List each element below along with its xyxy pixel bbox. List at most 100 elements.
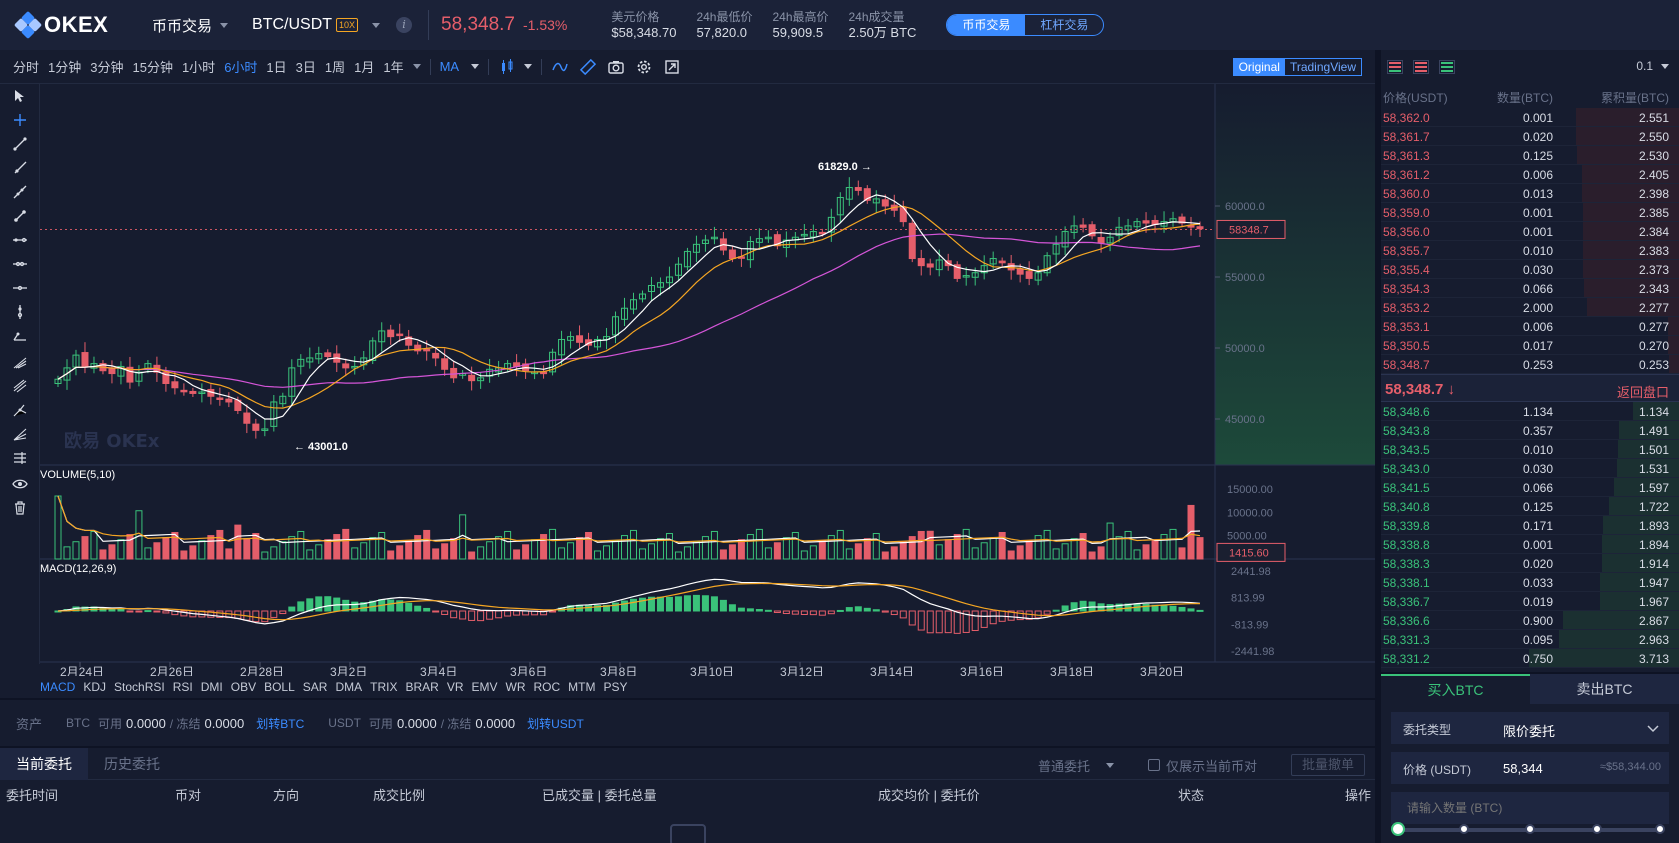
ask-row[interactable]: 58,359.0 0.001 2.385 <box>1381 203 1679 222</box>
indicator-wr[interactable]: WR <box>506 680 526 694</box>
bid-row[interactable]: 58,331.3 0.095 2.963 <box>1381 630 1679 649</box>
bid-row[interactable]: 58,338.8 0.001 1.894 <box>1381 535 1679 554</box>
info-icon[interactable]: i <box>396 17 413 33</box>
okex-logo[interactable]: OKEX <box>13 10 136 40</box>
fib-fan-icon[interactable] <box>0 422 40 446</box>
indicator-boll[interactable]: BOLL <box>264 680 295 694</box>
indicator-select[interactable]: MA <box>440 59 460 74</box>
indicator-stochrsi[interactable]: StochRSI <box>114 680 165 694</box>
order-type-field[interactable]: 委托类型 限价委托 <box>1391 712 1669 744</box>
market-menu-dropdown[interactable]: 币币交易 <box>152 15 229 36</box>
tab-margin-trading[interactable]: 杠杆交易 <box>1025 15 1103 35</box>
gann-icon[interactable] <box>0 446 40 470</box>
amount-input[interactable] <box>1391 792 1669 824</box>
ray-icon[interactable] <box>0 156 40 180</box>
tab-sell-btc[interactable]: 卖出BTC <box>1530 674 1679 704</box>
slider-knob-50[interactable] <box>1525 824 1535 834</box>
tab-tradingview[interactable]: TradingView <box>1285 59 1361 75</box>
vertical-line-icon[interactable] <box>0 300 40 324</box>
orderbook-asks-icon[interactable] <box>1413 60 1429 74</box>
indicator-macd[interactable]: MACD <box>40 680 75 694</box>
ask-row[interactable]: 58,353.1 0.006 0.277 <box>1381 317 1679 336</box>
bid-row[interactable]: 58,336.6 0.900 2.867 <box>1381 611 1679 630</box>
chevron-down-icon[interactable] <box>524 64 533 69</box>
timeframe-option-active[interactable]: 6小时 <box>224 57 257 76</box>
bid-row[interactable]: 58,341.5 0.066 1.597 <box>1381 478 1679 497</box>
price-range-icon[interactable] <box>0 276 40 300</box>
bid-row[interactable]: 58,343.8 0.357 1.491 <box>1381 421 1679 440</box>
horizontal-ray-icon[interactable] <box>0 252 40 276</box>
indicator-dma[interactable]: DMA <box>335 680 362 694</box>
indicator-dmi[interactable]: DMI <box>201 680 223 694</box>
trend-line-icon[interactable] <box>0 132 40 156</box>
bid-row[interactable]: 58,338.1 0.033 1.947 <box>1381 573 1679 592</box>
tab-order-history[interactable]: 历史委托 <box>88 748 176 780</box>
indicator-emv[interactable]: EMV <box>471 680 497 694</box>
fullscreen-icon[interactable] <box>663 58 681 76</box>
bid-row[interactable]: 58,340.8 0.125 1.722 <box>1381 497 1679 516</box>
visibility-icon[interactable] <box>0 472 40 496</box>
timeframe-option[interactable]: 1分钟 <box>48 57 81 76</box>
cursor-icon[interactable] <box>0 84 40 108</box>
slider-knob-25[interactable] <box>1459 824 1469 834</box>
timeframe-option[interactable]: 1年 <box>383 57 403 76</box>
bid-row[interactable]: 58,336.7 0.019 1.967 <box>1381 592 1679 611</box>
slider-knob-0[interactable] <box>1391 822 1405 836</box>
timeframe-option[interactable]: 15分钟 <box>132 57 172 76</box>
price-field[interactable]: 价格 (USDT) 58,344 ≈$58,344.00 <box>1391 752 1669 784</box>
ask-row[interactable]: 58,355.7 0.010 2.383 <box>1381 241 1679 260</box>
candle-type-icon[interactable] <box>498 58 516 76</box>
indicator-trix[interactable]: TRIX <box>370 680 397 694</box>
chevron-down-icon[interactable] <box>1105 762 1114 768</box>
camera-icon[interactable] <box>607 58 625 76</box>
tab-current-orders[interactable]: 当前委托 <box>0 747 88 780</box>
chevron-down-icon[interactable] <box>412 64 421 69</box>
fib-retracement-icon[interactable] <box>0 374 40 398</box>
indicator-roc[interactable]: ROC <box>534 680 561 694</box>
timeframe-option[interactable]: 1日 <box>266 57 286 76</box>
ask-row[interactable]: 58,350.5 0.017 0.270 <box>1381 336 1679 355</box>
bid-row[interactable]: 58,343.0 0.030 1.531 <box>1381 459 1679 478</box>
timeframe-option[interactable]: 1周 <box>325 57 345 76</box>
parallel-channel-icon[interactable] <box>0 204 40 228</box>
ask-row[interactable]: 58,361.7 0.020 2.550 <box>1381 127 1679 146</box>
indicator-sar[interactable]: SAR <box>303 680 328 694</box>
transfer-btc-link[interactable]: 划转BTC <box>256 715 304 732</box>
orderbook-both-icon[interactable] <box>1387 60 1403 74</box>
indicator-psy[interactable]: PSY <box>604 680 628 694</box>
ask-row[interactable]: 58,362.0 0.001 2.551 <box>1381 108 1679 127</box>
kline-chart[interactable]: 60000.0 55000.0 50000.0 45000.0 欧易 OKEx 61829… <box>40 84 1375 676</box>
ask-row[interactable]: 58,355.4 0.030 2.373 <box>1381 260 1679 279</box>
chevron-down-icon[interactable] <box>471 64 480 69</box>
indicator-rsi[interactable]: RSI <box>173 680 193 694</box>
only-current-checkbox[interactable] <box>1147 759 1160 771</box>
tab-buy-btc[interactable]: 买入BTC <box>1381 674 1530 704</box>
amount-slider[interactable] <box>1391 822 1665 836</box>
pair-selector[interactable]: BTC/USDT 10X <box>252 16 381 34</box>
batch-cancel-button[interactable]: 批量撤单 <box>1290 754 1365 776</box>
back-to-orderbook-link[interactable]: 返回盘口 <box>1617 382 1669 401</box>
bid-row[interactable]: 58,331.2 0.750 3.713 <box>1381 649 1679 668</box>
slider-knob-75[interactable] <box>1592 824 1602 834</box>
ask-row[interactable]: 58,353.2 2.000 2.277 <box>1381 298 1679 317</box>
bid-row[interactable]: 58,338.3 0.020 1.914 <box>1381 554 1679 573</box>
ask-row[interactable]: 58,354.3 0.066 2.343 <box>1381 279 1679 298</box>
trash-icon[interactable] <box>0 496 40 520</box>
horizontal-line-icon[interactable] <box>0 228 40 252</box>
crosshair-icon[interactable] <box>0 108 40 132</box>
order-type-select[interactable]: 普通委托 <box>1038 756 1090 775</box>
tab-spot-trading[interactable]: 币币交易 <box>947 15 1026 35</box>
pitchfork-icon[interactable] <box>0 350 40 374</box>
ask-row[interactable]: 58,348.7 0.253 0.253 <box>1381 355 1679 374</box>
bid-row[interactable]: 58,348.6 1.134 1.134 <box>1381 402 1679 421</box>
timeframe-option[interactable]: 3分钟 <box>90 57 123 76</box>
precision-select[interactable]: 0.1 <box>1636 59 1669 73</box>
timeframe-option[interactable]: 分时 <box>13 57 39 76</box>
timeframe-option[interactable]: 3日 <box>296 57 316 76</box>
settings-icon[interactable] <box>635 58 653 76</box>
bid-row[interactable]: 58,339.8 0.171 1.893 <box>1381 516 1679 535</box>
indicator-kdj[interactable]: KDJ <box>83 680 106 694</box>
ruler-icon[interactable] <box>579 58 597 76</box>
timeframe-option[interactable]: 1小时 <box>182 57 215 76</box>
timeframe-option[interactable]: 1月 <box>354 57 374 76</box>
